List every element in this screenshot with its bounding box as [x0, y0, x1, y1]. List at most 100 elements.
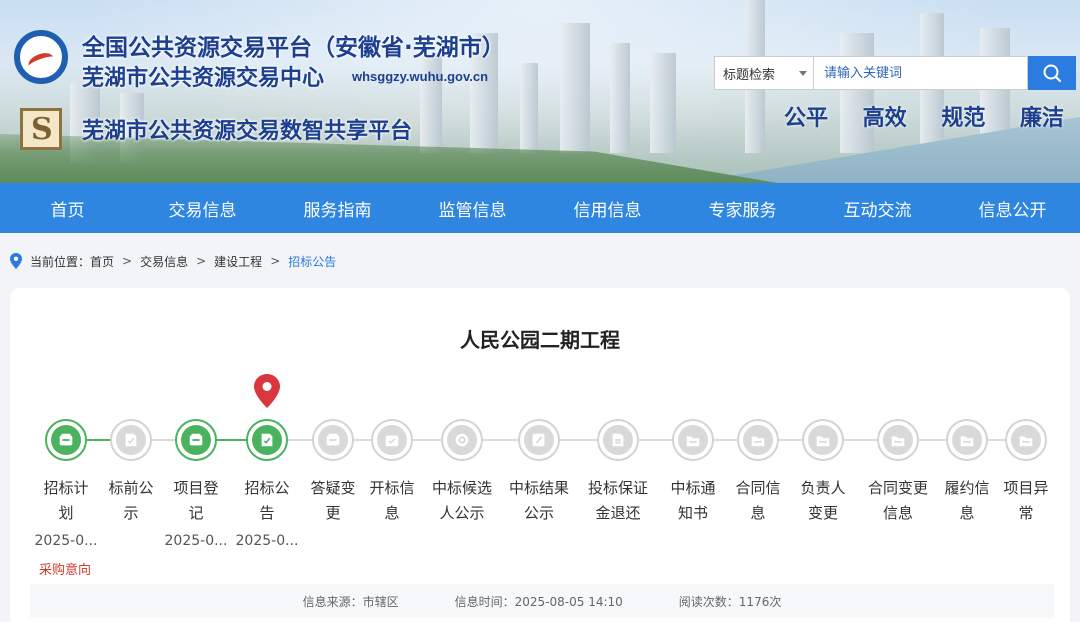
- site-title-share-platform: 芜湖市公共资源交易数智共享平台: [82, 119, 413, 144]
- banner-building: [650, 53, 676, 153]
- step-13-status[interactable]: [877, 419, 919, 461]
- breadcrumb-trade-info[interactable]: 交易信息: [140, 253, 188, 270]
- nav-item-service-guide[interactable]: 服务指南: [270, 183, 405, 233]
- step-12-status[interactable]: [802, 419, 844, 461]
- step-label[interactable]: 招标公告: [232, 476, 302, 526]
- step-label[interactable]: 项目异常: [991, 476, 1061, 526]
- step-label-line1: 项目异: [1003, 479, 1049, 497]
- step-label[interactable]: 中标通 知书: [658, 476, 728, 526]
- breadcrumb-separator: >: [196, 254, 207, 268]
- site-title-center: 芜湖市公共资源交易中心: [82, 66, 325, 91]
- step-4-status[interactable]: [246, 419, 288, 461]
- step-14-status[interactable]: [946, 419, 988, 461]
- step-label-line1: 中标通: [670, 479, 716, 497]
- step-label-line2: 息: [384, 504, 400, 522]
- project-title: 人民公园二期工程: [460, 328, 620, 352]
- step-3-status[interactable]: [175, 419, 217, 461]
- step-label[interactable]: 负责人 变更: [788, 476, 858, 526]
- slogan-efficient: 高效: [862, 105, 907, 131]
- nav-item-expert-service[interactable]: 专家服务: [675, 183, 810, 233]
- step-label[interactable]: 标前公示: [96, 476, 166, 526]
- share-platform-logo: [20, 108, 62, 150]
- breadcrumb-construction[interactable]: 建设工程: [214, 253, 262, 270]
- step-label-line2: 常: [1018, 504, 1034, 522]
- step-1-status[interactable]: [45, 419, 87, 461]
- step-date: 2025-0...: [34, 533, 98, 549]
- nav-item-credit[interactable]: 信用信息: [540, 183, 675, 233]
- info-bar: 信息来源：市辖区 信息时间：2025-08-05 14:10 阅读次数：1176…: [30, 584, 1054, 618]
- breadcrumb-home[interactable]: 首页: [90, 253, 114, 270]
- folder-icon: [816, 436, 830, 447]
- breadcrumb-separator: >: [270, 254, 281, 268]
- step-icon-bg: [252, 425, 282, 455]
- step-label-line1: 中标候选: [431, 479, 492, 497]
- step-label[interactable]: 项目登记: [161, 476, 231, 526]
- nav-item-home[interactable]: 首页: [0, 183, 135, 233]
- folder-icon: [751, 436, 765, 447]
- step-9-status[interactable]: [597, 419, 639, 461]
- current-step-marker-icon: [254, 374, 280, 408]
- document-icon: [261, 433, 273, 447]
- search-button[interactable]: [1028, 56, 1076, 90]
- step-label-line1: 中标结果: [508, 479, 569, 497]
- step-10-status[interactable]: [672, 419, 714, 461]
- site-domain: whsggzy.wuhu.gov.cn: [352, 69, 489, 84]
- step-label-line1: 标前公: [108, 479, 154, 497]
- step-label-line2: 金退还: [595, 504, 641, 522]
- breadcrumb-separator: >: [122, 254, 133, 268]
- nav-item-interaction[interactable]: 互动交流: [810, 183, 945, 233]
- nav-item-supervision[interactable]: 监管信息: [405, 183, 540, 233]
- step-icon-bg: [447, 425, 477, 455]
- step-icon-bg: [743, 425, 773, 455]
- step-icon-bg: [181, 425, 211, 455]
- step-label-line2: 公示: [523, 504, 554, 522]
- step-7-status[interactable]: [441, 419, 483, 461]
- search-type-value: 标题检索: [723, 67, 776, 83]
- step-icon-bg: [678, 425, 708, 455]
- step-icon-bg: [116, 425, 146, 455]
- search-type-select[interactable]: 标题检索: [714, 56, 814, 90]
- step-label[interactable]: 中标结果 公示: [504, 476, 574, 526]
- step-note[interactable]: 采购意向: [39, 559, 91, 578]
- slogans: 公平 高效 规范 廉洁: [784, 100, 1064, 132]
- platform-logo[interactable]: [14, 30, 68, 84]
- step-6-status[interactable]: [371, 419, 413, 461]
- slogan-clean: 廉洁: [1019, 105, 1064, 131]
- breadcrumb-prefix: 当前位置：: [30, 254, 91, 269]
- step-label-line2: 变更: [807, 504, 838, 522]
- step-2-status[interactable]: [110, 419, 152, 461]
- step-label-line1: 负责人: [800, 479, 846, 497]
- step-icon-bg: [808, 425, 838, 455]
- step-8-status[interactable]: [518, 419, 560, 461]
- step-label-line1: 合同信: [735, 479, 781, 497]
- nav-item-trade-info[interactable]: 交易信息: [135, 183, 270, 233]
- step-label-line1: 招标计: [43, 479, 89, 497]
- step-date: 2025-0...: [164, 533, 228, 549]
- return-icon: [612, 433, 624, 447]
- document-icon: [125, 433, 137, 447]
- step-label[interactable]: 合同变更 信息: [863, 476, 933, 526]
- step-label[interactable]: 合同信息: [723, 476, 793, 526]
- main-nav: 首页 交易信息 服务指南 监管信息 信用信息 专家服务 互动交流 信息公开: [0, 183, 1080, 233]
- slogan-fair: 公平: [784, 105, 829, 131]
- step-5-status[interactable]: [312, 419, 354, 461]
- step-label-line2: 知书: [677, 504, 708, 522]
- step-label[interactable]: 招标计划: [31, 476, 101, 526]
- step-label[interactable]: 投标保证 金退还: [583, 476, 653, 526]
- box-icon: [59, 433, 73, 446]
- step-label-line2: 告: [259, 504, 275, 522]
- step-15-status[interactable]: [1005, 419, 1047, 461]
- banner-building: [560, 23, 590, 153]
- banner-building: [520, 63, 538, 153]
- target-icon: [455, 433, 469, 447]
- step-11-status[interactable]: [737, 419, 779, 461]
- nav-item-info-public[interactable]: 信息公开: [945, 183, 1080, 233]
- step-label[interactable]: 开标信息: [357, 476, 427, 526]
- location-icon: [10, 253, 22, 269]
- banner-building: [420, 53, 442, 153]
- search-input[interactable]: [814, 56, 1028, 90]
- step-icon-bg: [524, 425, 554, 455]
- step-label-line1: 招标公: [244, 479, 290, 497]
- step-label[interactable]: 中标候选 人公示: [427, 476, 497, 526]
- calendar-icon: [385, 435, 399, 447]
